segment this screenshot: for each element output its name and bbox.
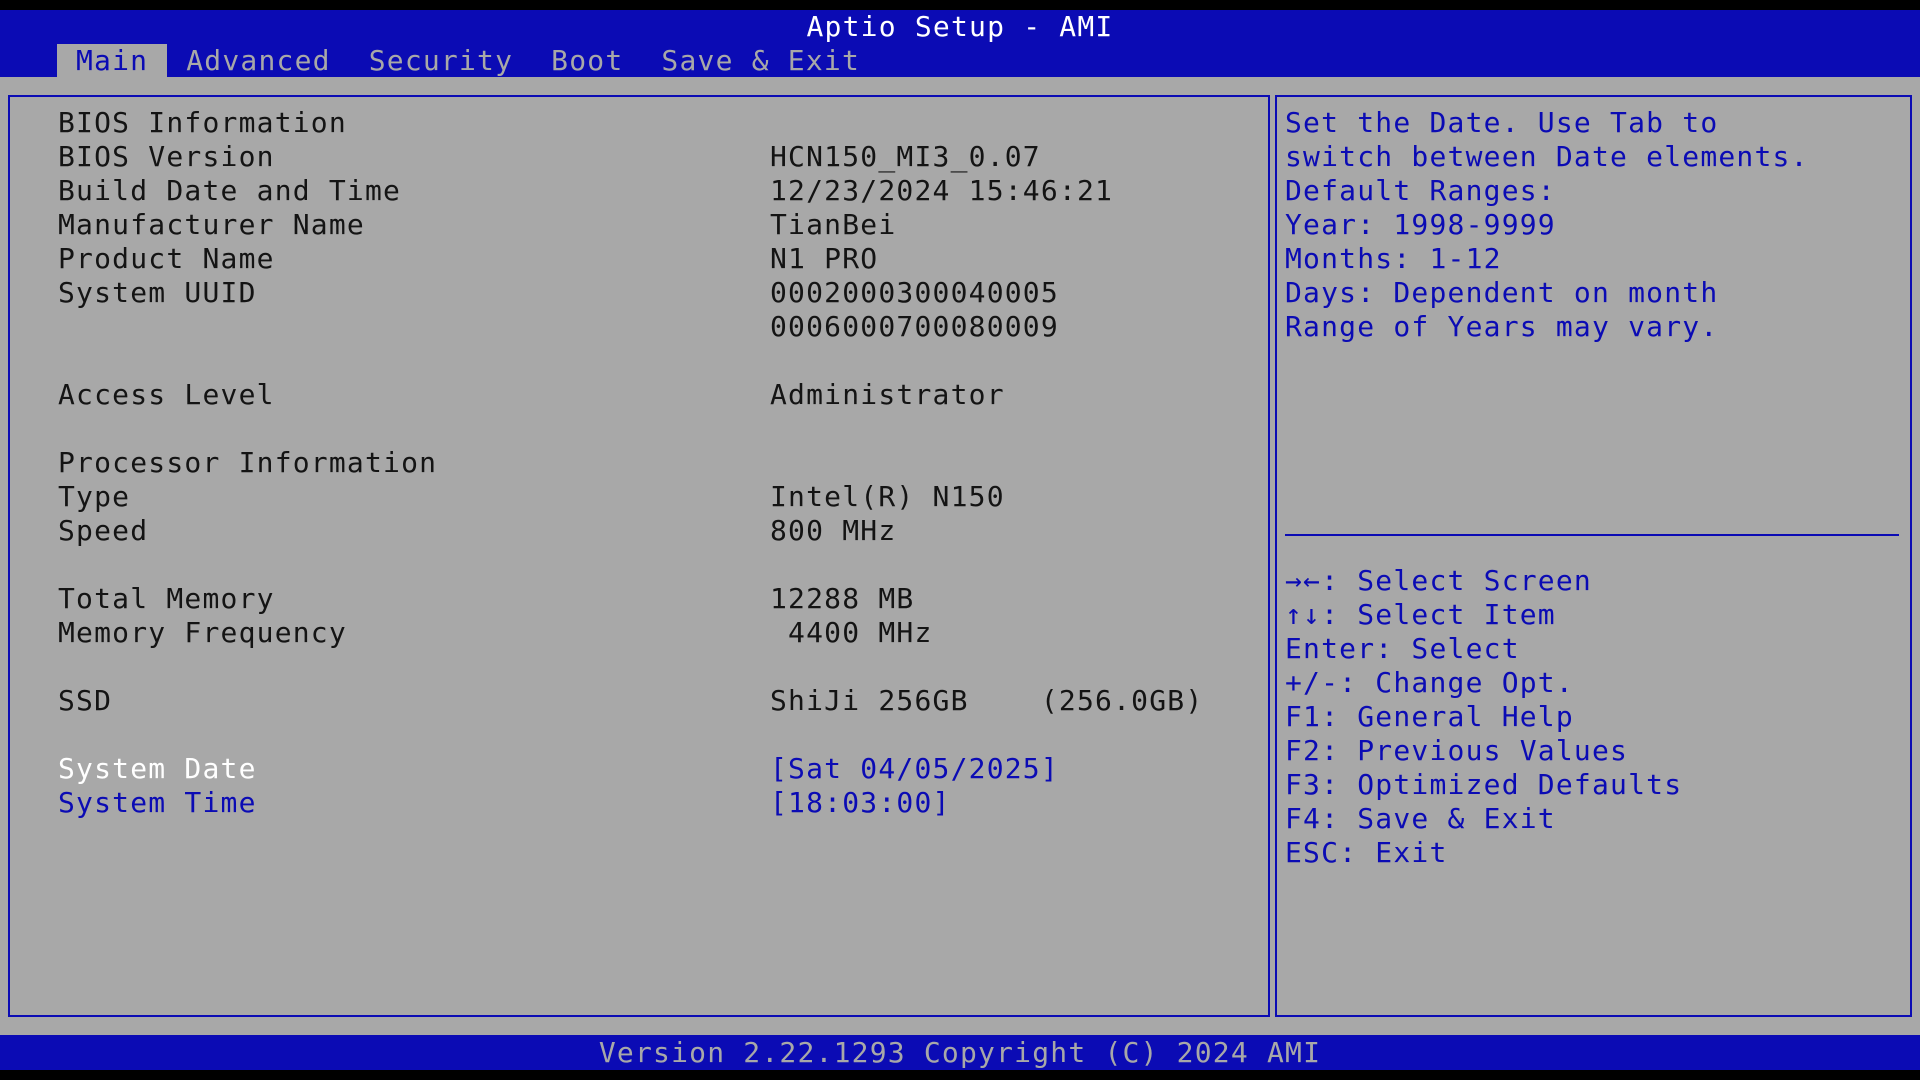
system-uuid-label: System UUID bbox=[58, 276, 257, 309]
bios-info-heading: BIOS Information bbox=[58, 106, 347, 139]
manufacturer-label: Manufacturer Name bbox=[58, 208, 365, 241]
help-text-line: Months: 1-12 bbox=[1285, 242, 1502, 275]
help-text-line: Set the Date. Use Tab to bbox=[1285, 106, 1719, 139]
system-uuid-value-line1: 0002000300040005 bbox=[770, 276, 1059, 309]
key-hint-esc: ESC: Exit bbox=[1285, 836, 1448, 869]
main-settings-panel: BIOS Information BIOS Version HCN150_MI3… bbox=[8, 95, 1270, 1017]
system-time-label[interactable]: System Time bbox=[58, 786, 257, 820]
content-area: BIOS Information BIOS Version HCN150_MI3… bbox=[0, 77, 1920, 1035]
total-memory-value: 12288 MB bbox=[770, 582, 915, 615]
help-text-line: Default Ranges: bbox=[1285, 174, 1556, 207]
key-hint-enter: Enter: Select bbox=[1285, 632, 1520, 665]
system-time-field[interactable]: [18:03:00] bbox=[770, 786, 951, 820]
processor-info-heading: Processor Information bbox=[58, 446, 438, 479]
tab-bar: Main Advanced Security Boot Save & Exit bbox=[57, 44, 879, 78]
total-memory-label: Total Memory bbox=[58, 582, 275, 615]
manufacturer-value: TianBei bbox=[770, 208, 897, 241]
key-hint-f2: F2: Previous Values bbox=[1285, 734, 1629, 767]
memory-frequency-label: Memory Frequency bbox=[58, 616, 347, 649]
help-text-line: Range of Years may vary. bbox=[1285, 310, 1719, 343]
key-hint-select-screen: →←: Select Screen bbox=[1285, 564, 1592, 597]
access-level-value: Administrator bbox=[770, 378, 1005, 411]
memory-frequency-value: 4400 MHz bbox=[770, 616, 933, 649]
processor-speed-value: 800 MHz bbox=[770, 514, 897, 547]
product-name-label: Product Name bbox=[58, 242, 275, 275]
system-uuid-value-line2: 0006000700080009 bbox=[770, 310, 1059, 343]
status-bar: Version 2.22.1293 Copyright (C) 2024 AMI bbox=[0, 1035, 1920, 1070]
key-hint-f4: F4: Save & Exit bbox=[1285, 802, 1556, 835]
help-divider bbox=[1285, 534, 1899, 536]
access-level-label: Access Level bbox=[58, 378, 275, 411]
key-hint-f3: F3: Optimized Defaults bbox=[1285, 768, 1683, 801]
tab-main[interactable]: Main bbox=[57, 44, 168, 78]
ssd-label: SSD bbox=[58, 684, 113, 717]
build-date-value: 12/23/2024 15:46:21 bbox=[770, 174, 1114, 207]
key-hint-select-item: ↑↓: Select Item bbox=[1285, 598, 1556, 631]
tab-save-exit[interactable]: Save & Exit bbox=[642, 44, 879, 78]
product-name-value: N1 PRO bbox=[770, 242, 879, 275]
tab-security[interactable]: Security bbox=[350, 44, 532, 78]
system-date-field[interactable]: [Sat 04/05/2025] bbox=[770, 752, 1059, 786]
key-hint-f1: F1: General Help bbox=[1285, 700, 1574, 733]
processor-speed-label: Speed bbox=[58, 514, 149, 547]
help-text-line: switch between Date elements. bbox=[1285, 140, 1809, 173]
bios-version-label: BIOS Version bbox=[58, 140, 275, 173]
version-text: Version 2.22.1293 Copyright (C) 2024 AMI bbox=[598, 1036, 1322, 1069]
app-title: Aptio Setup - AMI bbox=[806, 10, 1114, 43]
key-hint-change-opt: +/-: Change Opt. bbox=[1285, 666, 1574, 699]
system-date-label[interactable]: System Date bbox=[58, 752, 257, 786]
processor-type-label: Type bbox=[58, 480, 131, 513]
ssd-value: ShiJi 256GB (256.0GB) bbox=[770, 684, 1204, 717]
help-text-line: Days: Dependent on month bbox=[1285, 276, 1719, 309]
build-date-label: Build Date and Time bbox=[58, 174, 402, 207]
title-bar: Aptio Setup - AMI Main Advanced Security… bbox=[0, 10, 1920, 78]
help-panel: Set the Date. Use Tab to switch between … bbox=[1275, 95, 1912, 1017]
bios-version-value: HCN150_MI3_0.07 bbox=[770, 140, 1041, 173]
tab-advanced[interactable]: Advanced bbox=[167, 44, 349, 78]
tab-boot[interactable]: Boot bbox=[532, 44, 642, 78]
help-text-line: Year: 1998-9999 bbox=[1285, 208, 1556, 241]
processor-type-value: Intel(R) N150 bbox=[770, 480, 1005, 513]
